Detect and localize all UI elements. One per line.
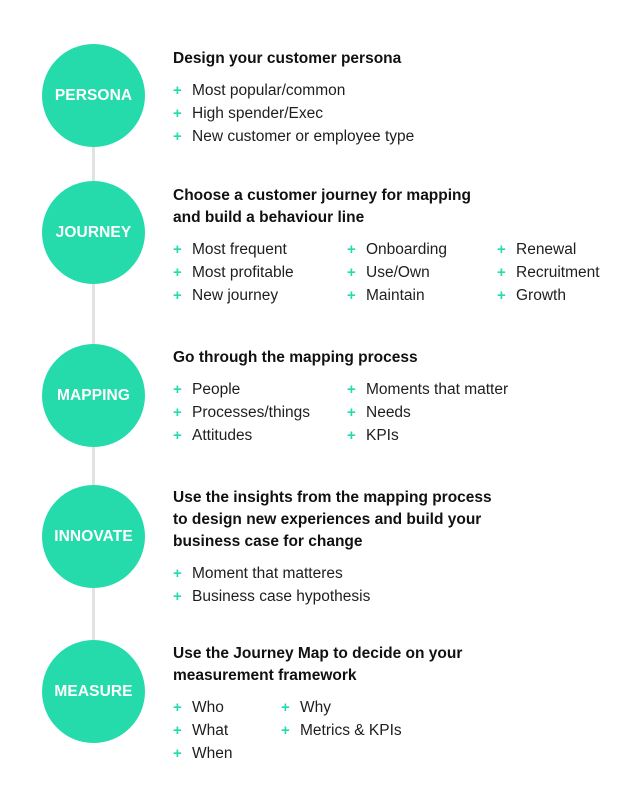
stage-circle-journey: JOURNEY (42, 181, 145, 284)
bullet-column: + Onboarding + Use/Own + Maintain (347, 238, 447, 307)
bullet-column: + Moments that matter + Needs + KPIs (347, 378, 508, 447)
plus-icon: + (347, 404, 356, 421)
heading-line: Use the Journey Map to decide on your (173, 645, 463, 662)
heading-line: business case for change (173, 533, 363, 550)
plus-icon: + (281, 722, 290, 739)
plus-icon: + (173, 699, 182, 716)
bullet-column: + People + Processes/things + Attitudes (173, 378, 310, 447)
stage-heading: Design your customer persona (173, 48, 401, 70)
bullet-column: + Most popular/common + High spender/Exec … (173, 79, 414, 148)
plus-icon: + (173, 241, 182, 258)
heading-line: Design your customer persona (173, 50, 402, 67)
bullet-list: + Most frequent + Most profitable + New jou… (173, 238, 600, 307)
list-item: + New journey (173, 284, 294, 307)
list-item: + People (173, 378, 310, 401)
plus-icon: + (173, 264, 182, 281)
list-item: + Onboarding (347, 238, 447, 261)
list-item: + New customer or employee type (173, 125, 414, 148)
plus-icon: + (347, 241, 356, 258)
plus-icon: + (347, 287, 356, 304)
list-item: + Most profitable (173, 261, 294, 284)
stage-persona: Design your customer persona + Most popul… (173, 48, 414, 148)
bullet-column: + Who + What + When (173, 696, 233, 765)
stage-circle-innovate: INNOVATE (42, 485, 145, 588)
plus-icon: + (347, 381, 356, 398)
list-item: + Most frequent (173, 238, 294, 261)
list-item: + Moments that matter (347, 378, 508, 401)
stage-heading: Use the Journey Map to decide on your me… (173, 643, 462, 687)
stage-heading: Go through the mapping process (173, 347, 418, 369)
heading-line: to design new experiences and build your (173, 511, 482, 528)
stage-circle-mapping: MAPPING (42, 344, 145, 447)
plus-icon: + (173, 82, 182, 99)
list-item: + Processes/things (173, 401, 310, 424)
plus-icon: + (347, 427, 356, 444)
stage-label: JOURNEY (55, 223, 132, 241)
list-item: + Metrics & KPIs (281, 719, 402, 742)
list-item: + Business case hypothesis (173, 585, 370, 608)
stage-innovate: Use the insights from the mapping proces… (173, 487, 492, 608)
stage-circle-persona: PERSONA (42, 44, 145, 147)
list-item: + Use/Own (347, 261, 447, 284)
stage-label: PERSONA (54, 86, 133, 104)
list-item: + Who (173, 696, 233, 719)
bullet-column: + Moment that matteres + Business case hyp… (173, 562, 370, 608)
stage-heading: Choose a customer journey for mapping an… (173, 185, 471, 229)
stage-label: INNOVATE (54, 527, 133, 545)
bullet-column: + Why + Metrics & KPIs (281, 696, 402, 742)
plus-icon: + (173, 565, 182, 582)
plus-icon: + (497, 264, 506, 281)
heading-line: Choose a customer journey for mapping (173, 187, 471, 204)
plus-icon: + (347, 264, 356, 281)
plus-icon: + (173, 588, 182, 605)
heading-line: Use the insights from the mapping proces… (173, 489, 492, 506)
bullet-column: + Renewal + Recruitment + Growth (497, 238, 600, 307)
plus-icon: + (173, 722, 182, 739)
list-item: + High spender/Exec (173, 102, 414, 125)
stage-measure: Use the Journey Map to decide on your me… (173, 643, 462, 765)
plus-icon: + (173, 427, 182, 444)
stage-label: MEASURE (54, 682, 133, 700)
list-item: + Recruitment (497, 261, 600, 284)
list-item: + Moment that matteres (173, 562, 370, 585)
heading-line: and build a behaviour line (173, 209, 365, 226)
plus-icon: + (281, 699, 290, 716)
list-item: + What (173, 719, 233, 742)
list-item: + Needs (347, 401, 508, 424)
plus-icon: + (173, 105, 182, 122)
plus-icon: + (173, 287, 182, 304)
list-item: + When (173, 742, 233, 765)
heading-line: Go through the mapping process (173, 349, 418, 366)
list-item: + Most popular/common (173, 79, 414, 102)
stage-mapping: Go through the mapping process + People +… (173, 347, 508, 447)
list-item: + Maintain (347, 284, 447, 307)
stage-journey: Choose a customer journey for mapping an… (173, 185, 600, 307)
plus-icon: + (173, 404, 182, 421)
list-item: + Why (281, 696, 402, 719)
bullet-list: + Who + What + When + Why + Metrics & KPIs (173, 696, 462, 765)
stage-label: MAPPING (56, 386, 131, 404)
bullet-column: + Most frequent + Most profitable + New jou… (173, 238, 294, 307)
bullet-list: + Most popular/common + High spender/Exec … (173, 79, 414, 148)
bullet-list: + People + Processes/things + Attitudes + Mo… (173, 378, 508, 447)
stage-heading: Use the insights from the mapping proces… (173, 487, 492, 553)
plus-icon: + (497, 287, 506, 304)
list-item: + KPIs (347, 424, 508, 447)
list-item: + Growth (497, 284, 600, 307)
bullet-list: + Moment that matteres + Business case hyp… (173, 562, 492, 608)
plus-icon: + (173, 128, 182, 145)
plus-icon: + (173, 381, 182, 398)
plus-icon: + (497, 241, 506, 258)
plus-icon: + (173, 745, 182, 762)
list-item: + Renewal (497, 238, 600, 261)
stage-circle-measure: MEASURE (42, 640, 145, 743)
heading-line: measurement framework (173, 667, 357, 684)
list-item: + Attitudes (173, 424, 310, 447)
